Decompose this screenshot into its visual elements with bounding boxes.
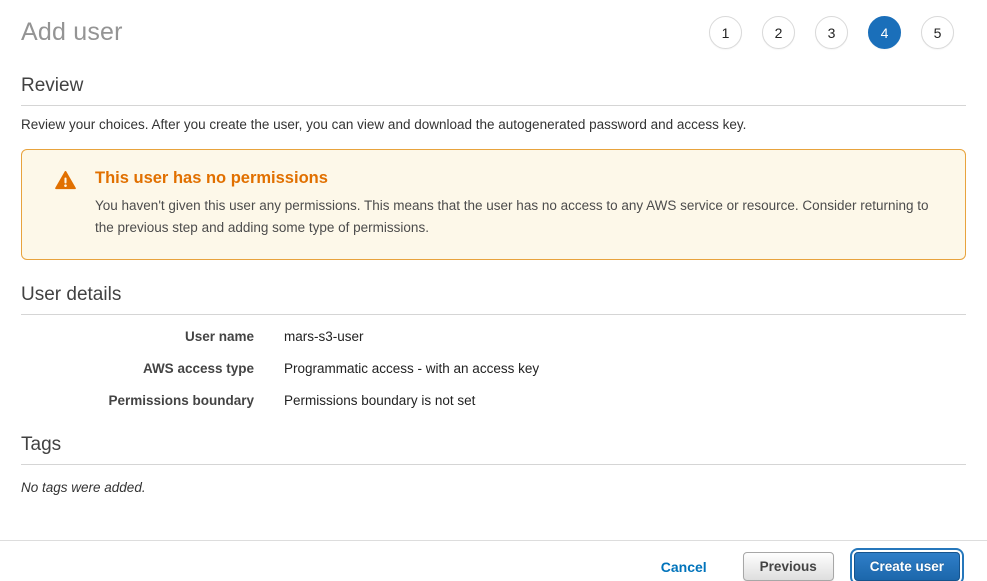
warning-body: You haven't given this user any permissi…	[95, 195, 943, 239]
no-permissions-warning-box: This user has no permissions You haven't…	[21, 149, 966, 260]
warning-triangle-icon	[55, 171, 76, 193]
step-indicator-4-active: 4	[868, 16, 901, 49]
step-indicator-5: 5	[921, 16, 954, 49]
detail-value: mars-s3-user	[284, 329, 364, 344]
step-indicator-2: 2	[762, 16, 795, 49]
detail-row-user-name: User name mars-s3-user	[21, 329, 966, 344]
wizard-step-indicators: 1 2 3 4 5	[709, 16, 954, 49]
previous-button[interactable]: Previous	[743, 552, 834, 581]
add-user-wizard-page: Add user 1 2 3 4 5 Review Review your ch…	[0, 0, 987, 581]
step-indicator-3: 3	[815, 16, 848, 49]
user-details-heading: User details	[21, 284, 966, 306]
user-details-rows: User name mars-s3-user AWS access type P…	[21, 329, 966, 408]
review-divider	[21, 105, 966, 106]
review-heading: Review	[21, 75, 966, 97]
wizard-footer: Cancel Previous Create user	[0, 540, 987, 581]
user-details-divider	[21, 314, 966, 315]
user-details-section: User details User name mars-s3-user AWS …	[21, 284, 966, 408]
detail-value: Permissions boundary is not set	[284, 393, 475, 408]
review-description: Review your choices. After you create th…	[21, 117, 966, 132]
warning-content: This user has no permissions You haven't…	[95, 169, 943, 239]
detail-row-permissions-boundary: Permissions boundary Permissions boundar…	[21, 393, 966, 408]
detail-value: Programmatic access - with an access key	[284, 361, 539, 376]
page-title: Add user	[21, 18, 123, 47]
detail-row-access-type: AWS access type Programmatic access - wi…	[21, 361, 966, 376]
page-content: Add user 1 2 3 4 5 Review Review your ch…	[0, 0, 987, 540]
detail-label: AWS access type	[21, 361, 254, 376]
detail-label: Permissions boundary	[21, 393, 254, 408]
cancel-link[interactable]: Cancel	[661, 559, 707, 575]
create-user-button[interactable]: Create user	[854, 552, 960, 581]
step-indicator-1: 1	[709, 16, 742, 49]
warning-title: This user has no permissions	[95, 169, 943, 188]
review-section: Review Review your choices. After you cr…	[21, 75, 966, 132]
tags-divider	[21, 464, 966, 465]
tags-empty-text: No tags were added.	[21, 480, 966, 495]
tags-heading: Tags	[21, 434, 966, 456]
detail-label: User name	[21, 329, 254, 344]
page-header: Add user 1 2 3 4 5	[21, 0, 966, 53]
tags-section: Tags No tags were added.	[21, 434, 966, 495]
